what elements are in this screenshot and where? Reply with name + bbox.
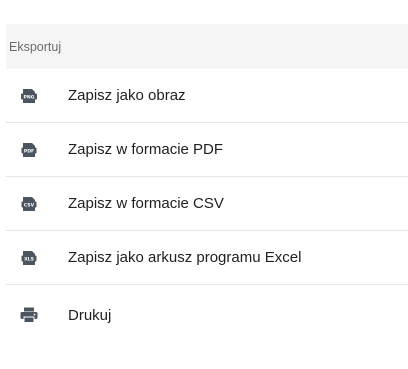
menu-header: Eksportuj bbox=[6, 24, 408, 69]
printer-icon bbox=[18, 304, 40, 326]
menu-header-label: Eksportuj bbox=[9, 39, 62, 54]
csv-file-icon: CSV bbox=[18, 193, 40, 215]
svg-text:CSV: CSV bbox=[24, 202, 35, 208]
menu-item-label: Zapisz w formacie CSV bbox=[68, 195, 224, 212]
menu-item-label: Zapisz w formacie PDF bbox=[68, 141, 224, 158]
menu-item-label: Zapisz jako arkusz programu Excel bbox=[68, 249, 302, 266]
menu-item-save-excel[interactable]: XLS Zapisz jako arkusz programu Excel bbox=[6, 231, 408, 285]
menu-item-save-png[interactable]: PNG Zapisz jako obraz bbox=[6, 69, 408, 123]
menu-item-label: Zapisz jako obraz bbox=[68, 87, 186, 104]
svg-text:PDF: PDF bbox=[24, 148, 34, 154]
menu-item-print[interactable]: Drukuj bbox=[6, 285, 408, 345]
png-file-icon: PNG bbox=[18, 85, 40, 107]
pdf-file-icon: PDF bbox=[18, 139, 40, 161]
svg-text:PNG: PNG bbox=[24, 94, 35, 100]
svg-text:XLS: XLS bbox=[24, 256, 34, 262]
export-menu: Eksportuj PNG Zapisz jako obraz PDF Zapi… bbox=[6, 24, 408, 345]
xls-file-icon: XLS bbox=[18, 247, 40, 269]
menu-item-save-csv[interactable]: CSV Zapisz w formacie CSV bbox=[6, 177, 408, 231]
menu-item-label: Drukuj bbox=[68, 306, 112, 324]
menu-item-save-pdf[interactable]: PDF Zapisz w formacie PDF bbox=[6, 123, 408, 177]
